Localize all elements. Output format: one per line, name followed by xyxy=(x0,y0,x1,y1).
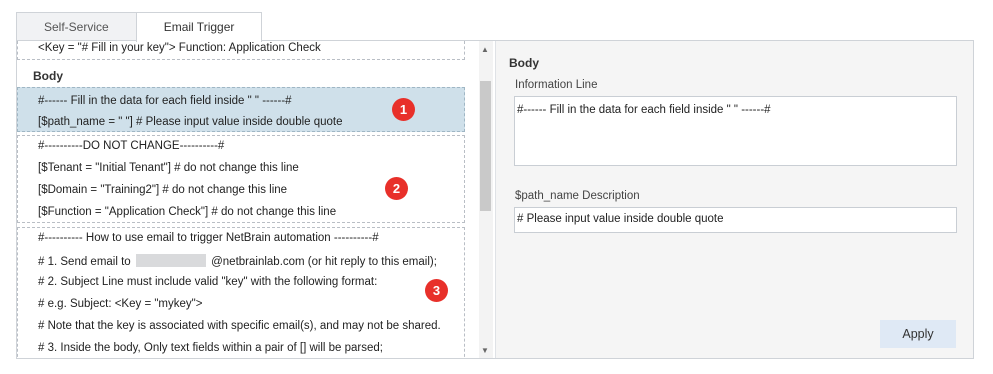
section-line: # Note that the key is associated with s… xyxy=(38,320,441,332)
body-section-3[interactable]: #---------- How to use email to trigger … xyxy=(17,227,465,358)
body-section-1[interactable]: #------ Fill in the data for each field … xyxy=(17,87,465,132)
tab-self-service[interactable]: Self-Service xyxy=(16,12,137,40)
detail-title: Body xyxy=(509,56,539,70)
redacted-email xyxy=(135,254,206,267)
section-line: [$Function = "Application Check"] # do n… xyxy=(38,206,337,218)
section-line: # e.g. Subject: <Key = "mykey"> xyxy=(38,298,203,310)
send-email-prefix: # 1. Send email to xyxy=(38,256,131,268)
section-line: # 2. Subject Line must include valid "ke… xyxy=(38,276,378,288)
path-name-description-field[interactable]: # Please input value inside double quote xyxy=(514,207,957,233)
section-line: # 1. Send email to @netbrainlab.com (or … xyxy=(38,254,437,268)
section-line: #------ Fill in the data for each field … xyxy=(38,95,292,107)
body-section-2[interactable]: #----------DO NOT CHANGE----------# [$Te… xyxy=(17,135,465,223)
scroll-down-icon[interactable]: ▼ xyxy=(481,346,489,355)
send-email-suffix: @netbrainlab.com (or hit reply to this e… xyxy=(211,256,437,268)
marker-badge-1: 1 xyxy=(392,98,415,121)
scroll-thumb[interactable] xyxy=(480,81,491,211)
section-line: [$Domain = "Training2"] # do not change … xyxy=(38,184,288,196)
body-heading: Body xyxy=(33,69,63,83)
marker-badge-3: 3 xyxy=(425,279,448,302)
apply-button[interactable]: Apply xyxy=(880,320,956,348)
scroll-up-icon[interactable]: ▲ xyxy=(481,45,489,54)
section-line: #----------DO NOT CHANGE----------# xyxy=(38,140,225,152)
tab-bar: Self-Service Email Trigger xyxy=(16,12,263,42)
marker-badge-2: 2 xyxy=(385,177,408,200)
path-name-description-label: $path_name Description xyxy=(515,190,640,202)
section-line: [$Tenant = "Initial Tenant"] # do not ch… xyxy=(38,162,299,174)
information-line-label: Information Line xyxy=(515,79,598,91)
field-detail-panel: Body Information Line #------ Fill in th… xyxy=(495,41,973,358)
section-line: #---------- How to use email to trigger … xyxy=(38,232,379,244)
section-line: [$path_name = " "] # Please input value … xyxy=(38,116,343,128)
vertical-scrollbar[interactable]: ▲ ▼ xyxy=(479,41,493,358)
template-editor: <Key = "# Fill in your key"> Function: A… xyxy=(17,41,475,358)
section-line: # 3. Inside the body, Only text fields w… xyxy=(38,342,383,354)
key-line[interactable]: <Key = "# Fill in your key"> Function: A… xyxy=(17,41,465,60)
email-trigger-panel: <Key = "# Fill in your key"> Function: A… xyxy=(16,40,974,359)
information-line-field[interactable]: #------ Fill in the data for each field … xyxy=(514,96,957,166)
tab-email-trigger[interactable]: Email Trigger xyxy=(135,12,263,42)
